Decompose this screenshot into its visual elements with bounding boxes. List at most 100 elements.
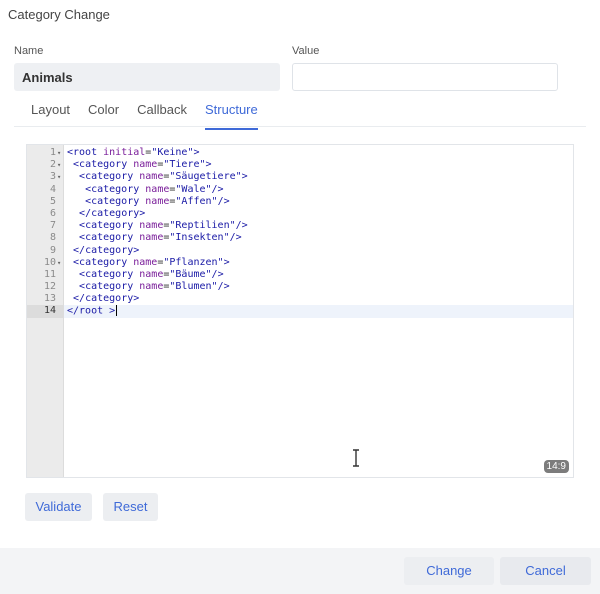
value-label: Value	[292, 45, 320, 57]
name-field[interactable]: Animals	[14, 63, 280, 91]
code-token: name	[139, 220, 164, 232]
code-token: >	[205, 159, 212, 171]
code-token: name	[145, 183, 170, 195]
code-token: />	[217, 195, 230, 207]
code-editor[interactable]: 1 ▾ <root initial="Keine"> 2 ▾ <category nam…	[26, 144, 574, 478]
code-token: "Blumen"	[169, 281, 218, 293]
code-token: initial	[103, 147, 146, 158]
code-token: "Reptilien"	[169, 220, 236, 232]
code-text: </category>	[67, 245, 139, 257]
code-line[interactable]: 5 <category name="Affen"/>	[27, 196, 573, 208]
code-token: <category	[79, 281, 134, 293]
code-token: "Bäume"	[169, 268, 212, 280]
line-number: 13	[43, 293, 56, 305]
fold-arrow-icon[interactable]: ▾	[57, 171, 61, 183]
line-number: 8	[49, 232, 56, 244]
tab-color[interactable]: Color	[79, 100, 128, 126]
code-text: <root initial="Keine">	[67, 147, 200, 159]
code-line[interactable]: 6 </category>	[27, 208, 573, 220]
code-token: "Säugetiere"	[169, 171, 242, 183]
tabs-divider	[14, 126, 586, 127]
code-token: "Pflanzen"	[163, 256, 224, 268]
code-token: </category>	[79, 207, 146, 219]
code-token: </category>	[73, 244, 140, 256]
code-line[interactable]: 3 ▾ <category name="Säugetiere">	[27, 171, 573, 183]
tab-callback[interactable]: Callback	[128, 100, 196, 126]
code-token: <category	[79, 220, 134, 232]
code-text: <category name="Affen"/>	[67, 196, 230, 208]
code-token: <category	[79, 171, 134, 183]
code-line[interactable]: 1 ▾ <root initial="Keine">	[27, 147, 573, 159]
code-token: />	[229, 232, 242, 244]
fold-arrow-icon[interactable]: ▾	[57, 257, 61, 269]
cancel-button[interactable]: Cancel	[500, 557, 591, 585]
code-line[interactable]: 4 <category name="Wale"/>	[27, 184, 573, 196]
line-number: 6	[49, 207, 56, 219]
code-token: <category	[85, 195, 140, 207]
text-caret	[116, 305, 118, 317]
line-number: 11	[43, 268, 56, 280]
code-text: <category name="Blumen"/>	[67, 281, 230, 293]
code-token: >	[223, 256, 230, 268]
line-number: 10	[43, 256, 56, 268]
code-line[interactable]: 8 <category name="Insekten"/>	[27, 232, 573, 244]
tab-layout[interactable]: Layout	[22, 100, 79, 126]
code-token: name	[145, 195, 170, 207]
line-number: 1	[49, 147, 56, 158]
code-token: />	[217, 281, 230, 293]
code-token: name	[139, 171, 164, 183]
text-cursor-icon	[353, 449, 359, 467]
line-number: 5	[49, 195, 56, 207]
code-token: <category	[85, 183, 140, 195]
validate-button[interactable]: Validate	[25, 493, 92, 521]
code-line[interactable]: 13 </category>	[27, 293, 573, 305]
code-token: </root >	[67, 305, 116, 317]
code-token: >	[241, 171, 248, 183]
tab-bar: Layout Color Callback Structure	[22, 100, 267, 130]
code-token: "Wale"	[175, 183, 212, 195]
code-token: "Tiere"	[163, 159, 206, 171]
code-text: <category name="Wale"/>	[67, 184, 224, 196]
reset-button[interactable]: Reset	[103, 493, 158, 521]
line-number: 12	[43, 281, 56, 293]
code-line[interactable]: 10 ▾ <category name="Pflanzen">	[27, 257, 573, 269]
code-line[interactable]: 12 <category name="Blumen"/>	[27, 281, 573, 293]
code-line[interactable]: 11 <category name="Bäume"/>	[27, 269, 573, 281]
fold-arrow-icon[interactable]: ▾	[57, 159, 61, 171]
code-text: </category>	[67, 208, 145, 220]
line-number: 7	[49, 220, 56, 232]
code-token: name	[139, 268, 164, 280]
code-line[interactable]: 14 </root >	[27, 305, 573, 318]
code-token: />	[235, 220, 248, 232]
fold-arrow-icon[interactable]: ▾	[57, 147, 61, 159]
value-field[interactable]	[292, 63, 558, 91]
code-token: />	[211, 268, 224, 280]
code-text: <category name="Insekten"/>	[67, 232, 242, 244]
code-token: name	[133, 256, 158, 268]
line-number: 2	[49, 159, 56, 171]
line-number: 14	[27, 305, 64, 318]
code-text: </root >	[67, 305, 118, 318]
tab-structure[interactable]: Structure	[196, 100, 267, 130]
code-token: </category>	[73, 293, 140, 305]
line-number: 9	[49, 244, 56, 256]
name-label: Name	[14, 45, 44, 57]
code-line[interactable]: 9 </category>	[27, 245, 573, 257]
code-token: <category	[73, 256, 128, 268]
code-token: "Insekten"	[169, 232, 230, 244]
line-number: 3	[49, 171, 56, 183]
cursor-position-badge: 14:9	[543, 460, 569, 473]
code-token: name	[139, 232, 164, 244]
code-line[interactable]: 7 <category name="Reptilien"/>	[27, 220, 573, 232]
code-token: name	[133, 159, 158, 171]
change-button[interactable]: Change	[404, 557, 494, 585]
code-line[interactable]: 2 ▾ <category name="Tiere">	[27, 159, 573, 171]
code-text: <category name="Bäume"/>	[67, 269, 224, 281]
code-token: "Keine"	[151, 147, 194, 158]
